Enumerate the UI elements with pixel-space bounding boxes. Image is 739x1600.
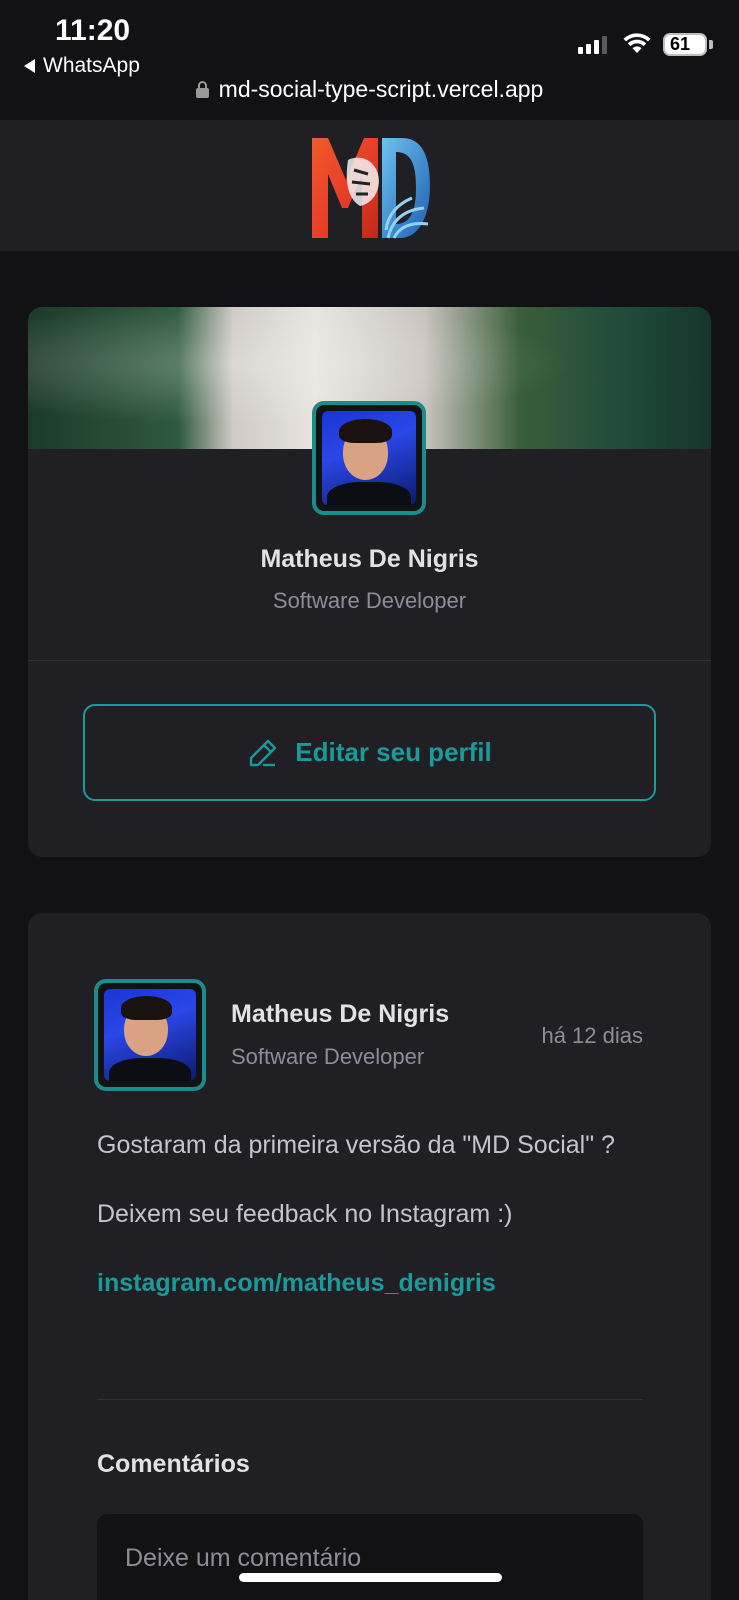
post-paragraph: Deixem seu feedback no Instagram :) (97, 1200, 513, 1228)
back-app-label: WhatsApp (43, 54, 140, 77)
post-author-avatar[interactable] (94, 979, 206, 1091)
post-author-role: Software Developer (231, 1044, 425, 1069)
profile-avatar[interactable] (312, 401, 426, 515)
avatar-photo (104, 989, 196, 1081)
battery-indicator: 61 (663, 33, 707, 56)
post-link[interactable]: instagram.com/matheus_denigris (97, 1269, 496, 1297)
profile-divider (28, 660, 711, 661)
post-divider (97, 1399, 643, 1400)
battery-cap (709, 40, 713, 49)
url-text: md-social-type-script.vercel.app (218, 76, 544, 102)
post-time: há 12 dias (541, 1023, 643, 1048)
profile-card: Matheus De Nigris Software Developer Edi… (28, 307, 711, 857)
status-bar: 11:20 WhatsApp 61 md-social-type-script.… (0, 0, 739, 120)
back-arrow-icon (24, 59, 35, 73)
post-content: Gostaram da primeira versão da "MD Socia… (97, 1123, 643, 1330)
post-paragraph: Gostaram da primeira versão da "MD Socia… (97, 1131, 615, 1159)
avatar-photo (322, 411, 416, 505)
edit-profile-button[interactable]: Editar seu perfil (83, 704, 656, 801)
status-time: 11:20 (55, 14, 131, 47)
pencil-icon (250, 739, 277, 766)
address-bar[interactable]: md-social-type-script.vercel.app (0, 76, 739, 103)
profile-role: Software Developer (272, 588, 467, 613)
wifi-icon (623, 33, 651, 53)
back-to-app-link[interactable]: WhatsApp (24, 54, 140, 78)
md-logo[interactable] (308, 130, 432, 242)
lock-icon (195, 81, 209, 98)
app-header (0, 120, 739, 251)
comment-input[interactable] (97, 1514, 643, 1600)
comments-title: Comentários (97, 1450, 250, 1478)
home-indicator[interactable] (239, 1573, 502, 1582)
profile-name: Matheus De Nigris (260, 545, 479, 573)
post-card: Matheus De Nigris Software Developer há … (28, 913, 711, 1600)
cellular-signal-icon (578, 36, 607, 54)
post-author-name: Matheus De Nigris (231, 1000, 450, 1028)
edit-profile-label: Editar seu perfil (295, 737, 492, 767)
